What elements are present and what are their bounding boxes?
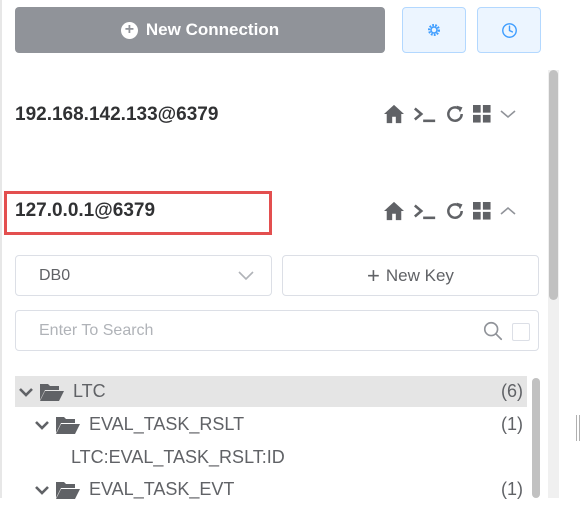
connection-actions: [383, 201, 517, 221]
refresh-icon[interactable]: [445, 201, 465, 221]
terminal-icon[interactable]: [413, 104, 437, 124]
chevron-down-icon: [238, 271, 254, 281]
exact-search-checkbox[interactable]: [512, 323, 530, 341]
chevron-down-icon: [35, 485, 49, 495]
new-key-button[interactable]: + New Key: [282, 255, 539, 296]
db-select-value: DB0: [39, 266, 71, 284]
grid-icon[interactable]: [473, 202, 491, 220]
folder-open-icon: [56, 416, 80, 434]
grid-icon[interactable]: [473, 105, 491, 123]
chevron-down-icon: [19, 387, 33, 397]
search-box: [15, 310, 539, 351]
panel-resize-handle[interactable]: [576, 415, 580, 441]
chevron-down-icon: [35, 420, 49, 430]
tree-scrollbar-thumb[interactable]: [532, 378, 540, 498]
home-icon[interactable]: [383, 201, 405, 221]
window-edge: [0, 0, 2, 498]
new-connection-button[interactable]: + New Connection: [15, 7, 385, 53]
tree-count: (1): [501, 479, 523, 499]
new-key-label: New Key: [385, 265, 454, 285]
folder-open-icon: [56, 481, 80, 499]
db-select[interactable]: DB0: [15, 255, 272, 296]
sidebar-scrollbar-thumb[interactable]: [549, 70, 558, 300]
search-icon[interactable]: [482, 320, 504, 342]
clock-icon: [501, 22, 517, 38]
gear-icon: [428, 24, 440, 36]
chevron-up-icon[interactable]: [499, 205, 517, 217]
tree-folder[interactable]: EVAL_TASK_EVT (1): [15, 474, 527, 505]
chevron-down-icon[interactable]: [499, 108, 517, 120]
connection-actions: [383, 104, 517, 124]
connection-title[interactable]: 127.0.0.1@6379: [15, 200, 155, 222]
tree-folder[interactable]: LTC (6): [15, 376, 527, 407]
tree-label: LTC:EVAL_TASK_RSLT:ID: [71, 447, 285, 467]
tree-folder[interactable]: EVAL_TASK_RSLT (1): [15, 409, 527, 440]
home-icon[interactable]: [383, 104, 405, 124]
tree-label: LTC: [73, 381, 106, 401]
tree-label: EVAL_TASK_EVT: [89, 479, 235, 499]
tree-count: (1): [501, 414, 523, 434]
search-input[interactable]: [39, 321, 439, 340]
new-connection-label: New Connection: [145, 20, 280, 39]
connection-title[interactable]: 192.168.142.133@6379: [15, 104, 218, 126]
tree-key[interactable]: LTC:EVAL_TASK_RSLT:ID: [15, 442, 527, 473]
tree-label: EVAL_TASK_RSLT: [89, 414, 245, 434]
settings-button[interactable]: [402, 7, 466, 53]
history-button[interactable]: [477, 7, 541, 53]
folder-open-icon: [40, 383, 64, 401]
plus-circle-icon: +: [120, 21, 138, 39]
refresh-icon[interactable]: [445, 104, 465, 124]
terminal-icon[interactable]: [413, 201, 437, 221]
plus-icon: +: [367, 262, 380, 288]
tree-count: (6): [501, 381, 523, 401]
